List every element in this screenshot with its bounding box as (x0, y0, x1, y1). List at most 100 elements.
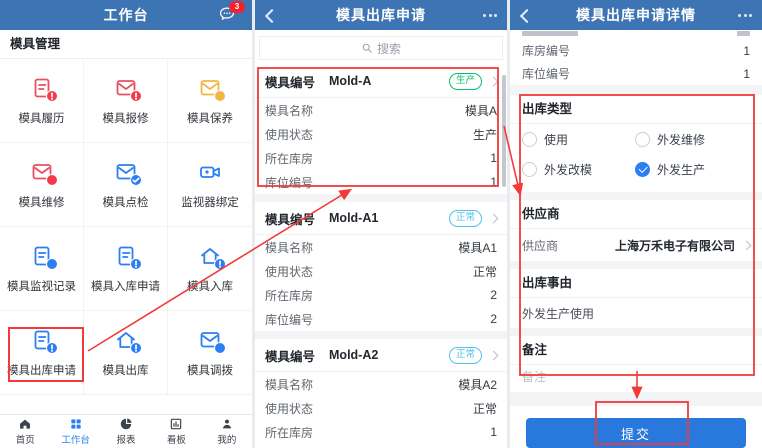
remark-input[interactable]: 备注 (510, 365, 762, 392)
search-placeholder: 搜索 (376, 41, 401, 56)
supplier-section: 供应商 供应商 上海万禾电子有限公司 (510, 200, 762, 261)
outbound-apply-detail-screen: 模具出库申请详情 库房编号 1 库位编号 1 出库类型 使用 外发维修 外发改模 外… (510, 0, 762, 448)
info-row: 库位编号 1 (522, 66, 750, 82)
divider (510, 85, 762, 95)
section-title-supplier: 供应商 (510, 200, 762, 229)
radio-circle-icon[interactable] (522, 161, 537, 177)
app-mold-inbound[interactable]: 模具入库 (168, 227, 252, 311)
card-row: 使用状态 正常 (265, 264, 497, 279)
app-mold-outbound[interactable]: 模具出库 (84, 311, 168, 395)
info-row: 库房编号 1 (522, 43, 750, 59)
app-mold-inspection[interactable]: 模具点检 (84, 143, 168, 227)
tab-kanban[interactable]: 看板 (151, 415, 201, 448)
card-row: 使用状态 正常 (265, 401, 497, 416)
app-label: 模具维修 (18, 197, 65, 209)
status-badge: 正常 (448, 209, 482, 227)
app-mold-transfer[interactable]: 模具调拨 (168, 311, 252, 395)
app-grid: 模具履历 模具报修 模具保养 模具维修 模具点检 监视器绑定 模具监视记录 模具… (0, 59, 252, 395)
card-row: 所在库房 2 (265, 288, 497, 303)
app-mold-repair-report[interactable]: 模具报修 (84, 59, 168, 143)
list-appbar: 模具出库申请 (255, 0, 507, 30)
section-title-outbound-type: 出库类型 (510, 95, 762, 124)
status-badge: 正常 (448, 346, 482, 364)
divider (510, 192, 762, 200)
card-header[interactable]: 模具编号 Mold-A2 正常 (255, 339, 507, 372)
mail-yellow-gear-icon (197, 75, 226, 102)
radio-use[interactable]: 使用 (522, 131, 635, 148)
chevron-right-icon (488, 350, 499, 360)
app-label: 模具出库 (102, 365, 149, 377)
app-monitor-binding[interactable]: 监视器绑定 (168, 143, 252, 227)
mail-blue-transfer-icon (197, 327, 226, 354)
reason-input[interactable]: 外发生产使用 (510, 298, 762, 328)
tab-label: 报表 (116, 435, 136, 446)
card-header[interactable]: 模具编号 Mold-A 生产 (255, 65, 507, 98)
outbound-type-section: 出库类型 使用 外发维修 外发改模 外发生产 (510, 95, 762, 192)
app-label: 模具报修 (102, 113, 149, 125)
person-icon (222, 419, 231, 429)
mail-red-alert-icon (113, 75, 142, 102)
app-mold-maintenance[interactable]: 模具保养 (168, 59, 252, 143)
code-value: Mold-A2 (329, 348, 379, 362)
radio-checked-icon[interactable] (635, 161, 650, 177)
back-icon[interactable] (264, 8, 280, 24)
mold-card-Mold-A1[interactable]: 模具编号 Mold-A1 正常 模具名称 模具A1 使用状态 正常 所在库房 2 库位… (255, 202, 507, 331)
app-label: 模具出库申请 (7, 365, 76, 377)
house-blue-alert-icon (113, 327, 142, 354)
tab-mine[interactable]: 我的 (202, 415, 252, 448)
chevron-right-icon (488, 213, 499, 223)
search-area: 搜索 (255, 30, 507, 65)
card-row: 模具名称 模具A2 (265, 377, 497, 392)
message-bubble-icon[interactable]: 3 (218, 1, 245, 25)
tab-reports[interactable]: 报表 (101, 415, 151, 448)
search-input[interactable]: 搜索 (259, 36, 503, 60)
radio-external-modify[interactable]: 外发改模 (522, 161, 635, 178)
section-title-remark: 备注 (510, 336, 762, 365)
mold-card-Mold-A2[interactable]: 模具编号 Mold-A2 正常 模具名称模具A2 使用状态正常 所在库房1 库位… (255, 339, 507, 448)
tab-label: 首页 (15, 435, 35, 446)
radio-external-production[interactable]: 外发生产 (635, 161, 748, 178)
section-title-mold-management: 模具管理 (0, 30, 252, 59)
scrollbar[interactable] (502, 75, 506, 187)
divider (255, 194, 507, 202)
card-row: 所在库房 1 (265, 425, 497, 440)
pie-icon (120, 418, 132, 430)
tab-workbench[interactable]: 工作台 (50, 415, 100, 448)
divider (510, 328, 762, 336)
supplier-select[interactable]: 供应商 上海万禾电子有限公司 (510, 229, 762, 261)
radio-external-repair[interactable]: 外发维修 (635, 131, 748, 148)
page-title: 工作台 (103, 7, 149, 23)
code-value: Mold-A1 (329, 211, 379, 225)
supplier-value: 上海万禾电子有限公司 (614, 238, 735, 253)
radio-circle-icon[interactable] (635, 131, 650, 147)
radio-circle-icon[interactable] (522, 131, 537, 147)
clipped-row (510, 30, 762, 39)
card-row: 库位编号 1 (265, 175, 497, 190)
submit-button[interactable]: 提交 (526, 418, 746, 448)
mold-card-Mold-A[interactable]: 模具编号 Mold-A 生产 模具名称 模具A 使用状态 生产 所在库房 1 库位编号… (255, 65, 507, 194)
card-row: 模具名称 模具A (265, 103, 497, 118)
back-icon[interactable] (519, 8, 535, 24)
more-icon[interactable] (483, 14, 497, 17)
app-mold-fixing[interactable]: 模具维修 (0, 143, 84, 227)
tab-label: 看板 (166, 435, 186, 446)
tab-home[interactable]: 首页 (0, 415, 50, 448)
code-label: 模具编号 (265, 349, 316, 364)
submit-area: 提交 (510, 406, 762, 448)
code-value: Mold-A (329, 74, 372, 88)
card-row: 所在库房 1 (265, 151, 497, 166)
card-header[interactable]: 模具编号 Mold-A1 正常 (255, 202, 507, 235)
app-mold-inbound-apply[interactable]: 模具入库申请 (84, 227, 168, 311)
card-row: 使用状态 生产 (265, 127, 497, 142)
app-mold-outbound-apply[interactable]: 模具出库申请 (0, 311, 84, 395)
app-mold-monitor-record[interactable]: 模具监视记录 (0, 227, 84, 311)
radio-row: 使用 外发维修 (510, 124, 762, 154)
detail-appbar: 模具出库申请详情 (510, 0, 762, 30)
more-icon[interactable] (738, 14, 752, 17)
workbench-screen: 工作台 3 模具管理 模具履历 模具报修 模具保养 模具维修 模具点检 监视器绑… (0, 0, 252, 448)
doc-blue-record-icon (29, 243, 58, 270)
chevron-right-icon (741, 240, 752, 250)
app-label: 模具入库 (187, 281, 233, 293)
home-icon (20, 419, 31, 429)
app-mold-history[interactable]: 模具履历 (0, 59, 84, 143)
